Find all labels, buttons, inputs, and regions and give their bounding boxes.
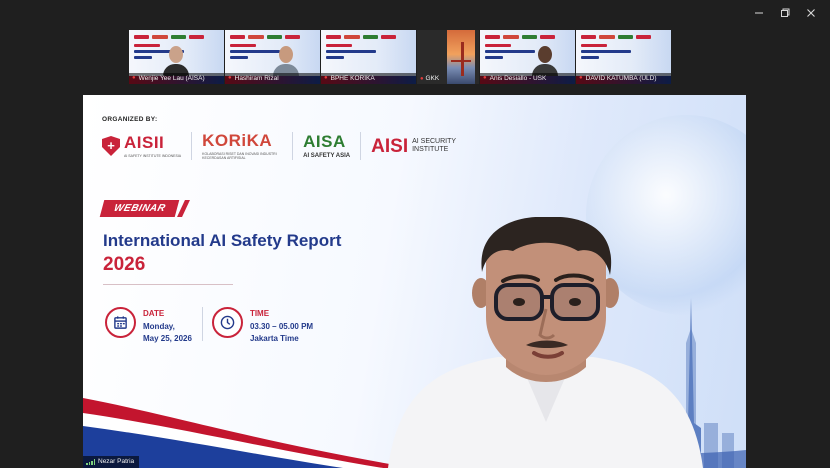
- participant-tile[interactable]: ● DAVID KATUMBA (ULD): [576, 30, 671, 84]
- participant-tile[interactable]: ● BPHE KORIKA: [321, 30, 416, 84]
- mic-muted-icon: ●: [324, 75, 328, 81]
- participant-video: [273, 46, 299, 76]
- time-info: TIME 03.30 – 05.00 PM Jakarta Time: [211, 307, 313, 344]
- korika-logo: KORiKA KOLABORASI RISET DAN INOVASI INDU…: [202, 130, 277, 160]
- wave-graphic: [83, 398, 413, 468]
- restore-icon[interactable]: [772, 4, 798, 22]
- aisa-logo: AISA AI SAFETY ASIA: [303, 132, 351, 159]
- close-icon[interactable]: [798, 4, 824, 22]
- participant-video: [532, 46, 558, 76]
- clock-icon: [211, 307, 243, 338]
- date-info: DATE Monday, May 25, 2026: [105, 307, 192, 344]
- event-info: DATE Monday, May 25, 2026 TIME 03.30 – 0…: [105, 307, 313, 344]
- organized-by-label: ORGANIZED BY:: [102, 116, 158, 123]
- participant-tile[interactable]: ● Anis Desiallo - USK: [480, 30, 575, 84]
- participant-tile[interactable]: ● Hashiram Rizal: [225, 30, 320, 84]
- divider: [201, 307, 203, 341]
- presenter-figure: [388, 216, 703, 468]
- participant-tile[interactable]: ● GKK: [417, 30, 479, 84]
- calendar-icon: [105, 307, 136, 338]
- aisi-logo: AISI AI SECURITY INSTITUTE: [371, 135, 456, 157]
- mic-muted-icon: ●: [228, 75, 232, 81]
- participant-tile[interactable]: ● Wenjie Yee Lau (AISA): [129, 30, 224, 84]
- aisii-logo: AISII AI SAFETY INSTITUTE INDONESIA: [102, 131, 191, 161]
- slide-title: International AI Safety Report: [103, 231, 342, 250]
- speaker-name: Nezar Patria: [98, 458, 135, 465]
- mic-muted-icon: ●: [483, 75, 487, 81]
- mic-muted-icon: ●: [579, 75, 583, 81]
- main-stage[interactable]: ORGANIZED BY: AISII AI SAFETY INSTITUTE …: [83, 95, 746, 468]
- participant-name: BPHE KORIKA: [330, 75, 375, 82]
- mic-muted-icon: ●: [420, 76, 424, 82]
- webinar-tag: WEBINAR: [99, 200, 191, 217]
- signal-icon: [86, 459, 95, 465]
- participant-name: Wenjie Yee Lau (AISA): [138, 75, 205, 82]
- minimize-icon[interactable]: [746, 4, 772, 22]
- window-controls: [746, 4, 824, 22]
- participant-name: Hashiram Rizal: [234, 75, 279, 82]
- presenter-video: [378, 216, 713, 468]
- participant-name: GKK: [425, 75, 440, 82]
- speaker-name-tag: Nezar Patria: [83, 456, 140, 468]
- participant-strip: ● Wenjie Yee Lau (AISA) ● Hashiram Rizal ●…: [129, 30, 671, 84]
- meeting-window: ● Wenjie Yee Lau (AISA) ● Hashiram Rizal ●…: [0, 0, 830, 468]
- participant-name: Anis Desiallo - USK: [489, 75, 547, 82]
- divider: [103, 284, 233, 285]
- organizer-logos: AISII AI SAFETY INSTITUTE INDONESIA KORi…: [102, 131, 472, 161]
- participant-video: [163, 46, 189, 76]
- shield-icon: [102, 136, 120, 156]
- slide-title-year: 2026: [103, 254, 146, 275]
- mic-muted-icon: ●: [132, 75, 136, 81]
- participant-name: DAVID KATUMBA (ULD): [585, 75, 657, 82]
